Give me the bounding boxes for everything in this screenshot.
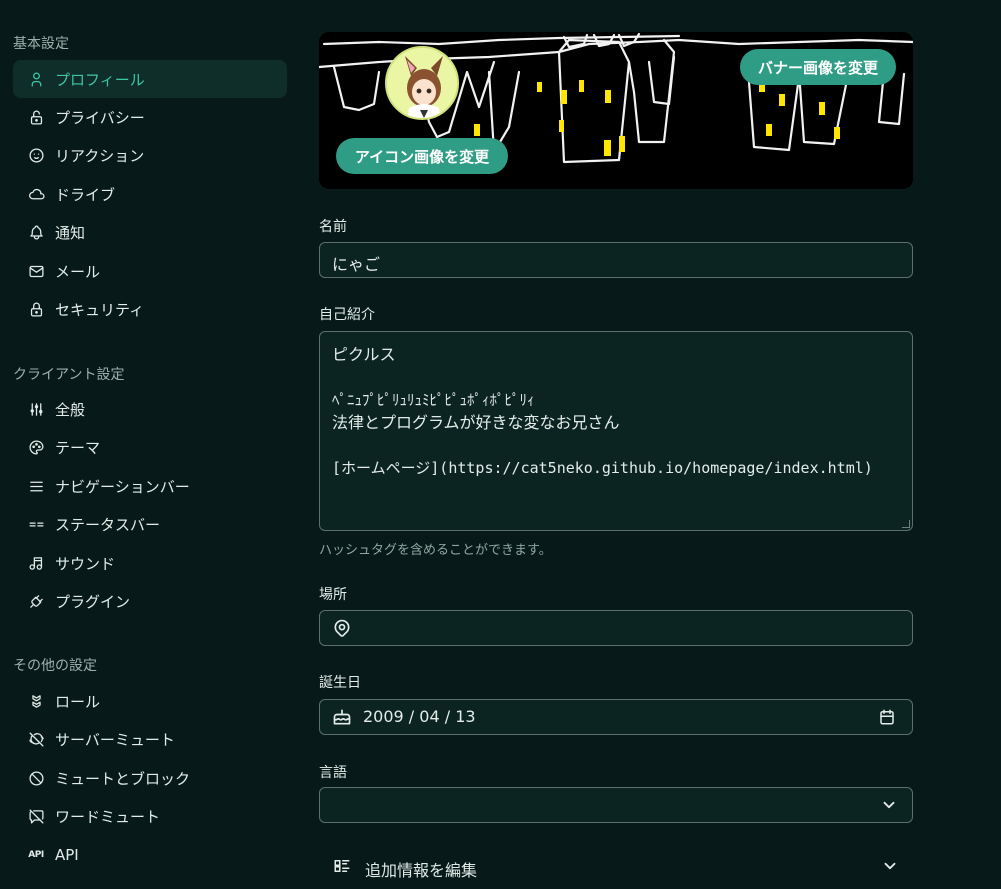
- sidebar-item-word-mute[interactable]: ワードミュート: [13, 797, 287, 835]
- language-select[interactable]: [319, 787, 913, 823]
- music-icon: [27, 554, 45, 572]
- sidebar-item-label: プライバシー: [55, 108, 145, 127]
- bell-icon: [27, 223, 45, 241]
- settings-sidebar: 基本設定 プロフィール プライバシー リアクション ドライブ 通知 メール セキ…: [0, 0, 300, 869]
- mood-smile-icon: [27, 146, 45, 164]
- planet-off-icon: [27, 730, 45, 748]
- sidebar-item-label: リアクション: [55, 146, 145, 165]
- bio-textarea[interactable]: ピクルス ﾍﾟﾆｭﾌﾟﾋﾟﾘｭﾘｭﾐﾋﾟﾋﾟｭﾎﾟｨﾎﾟﾋﾟﾘｨ 法律とプログラ…: [319, 331, 913, 531]
- sidebar-item-statusbar[interactable]: ステータスバー: [13, 505, 287, 543]
- sidebar-item-server-mute[interactable]: サーバーミュート: [13, 720, 287, 758]
- sidebar-item-general[interactable]: 全般: [13, 390, 287, 428]
- location-label: 場所: [319, 587, 347, 603]
- section-title-basic: 基本設定: [13, 36, 69, 52]
- message-off-icon: [27, 807, 45, 825]
- sidebar-item-api[interactable]: API API: [13, 836, 287, 874]
- sidebar-item-label: セキュリティ: [55, 300, 145, 319]
- sidebar-item-mute-block[interactable]: ミュートとブロック: [13, 759, 287, 797]
- language-label: 言語: [319, 765, 347, 781]
- sidebar-item-label: テーマ: [55, 438, 101, 457]
- sidebar-item-notifications[interactable]: 通知: [13, 213, 287, 251]
- bio-line: 法律とプログラムが好きな変なお兄さん: [332, 413, 620, 433]
- bio-line: [332, 435, 900, 458]
- sidebar-item-theme[interactable]: テーマ: [13, 428, 287, 466]
- ban-icon: [27, 769, 45, 787]
- sidebar-item-label: プラグイン: [55, 592, 131, 611]
- mail-icon: [27, 262, 45, 280]
- sidebar-item-label: プロフィール: [55, 70, 145, 89]
- change-icon-button[interactable]: アイコン画像を変更: [336, 138, 508, 174]
- section-title-client: クライアント設定: [13, 367, 125, 383]
- bio-line: [332, 367, 900, 390]
- bio-label: 自己紹介: [319, 307, 375, 323]
- sidebar-item-sound[interactable]: サウンド: [13, 544, 287, 582]
- sidebar-item-label: API: [55, 846, 79, 864]
- birthday-value: 2009 / 04 / 13: [363, 707, 476, 726]
- sidebar-item-label: ミュートとブロック: [55, 769, 191, 788]
- sidebar-item-label: ワードミュート: [55, 807, 161, 826]
- cake-icon: [332, 707, 352, 731]
- plug-icon: [27, 592, 45, 610]
- change-banner-button[interactable]: バナー画像を変更: [740, 49, 896, 85]
- extra-info-section[interactable]: 追加情報を編集: [319, 849, 913, 889]
- section-title-other: その他の設定: [13, 658, 97, 674]
- sidebar-item-mail[interactable]: メール: [13, 252, 287, 290]
- sidebar-item-navbar[interactable]: ナビゲーションバー: [13, 467, 287, 505]
- bio-line: [ホームページ](https://cat5neko.github.io/home…: [332, 459, 873, 478]
- list-details-icon: [333, 857, 351, 879]
- sidebar-item-roles[interactable]: ロール: [13, 682, 287, 720]
- extra-info-label: 追加情報を編集: [365, 861, 478, 880]
- map-pin-icon: [332, 618, 352, 642]
- profile-banner: バナー画像を変更 アイコン画像を変更: [319, 32, 913, 189]
- api-icon: API: [28, 850, 44, 860]
- user-icon: [27, 70, 45, 88]
- sidebar-item-reaction[interactable]: リアクション: [13, 136, 287, 174]
- name-value: にゃご: [332, 255, 381, 274]
- sidebar-item-label: 全般: [55, 400, 86, 419]
- bio-hint: ハッシュタグを含めることができます。: [319, 543, 552, 558]
- sidebar-item-label: サーバーミュート: [55, 730, 175, 749]
- sidebar-item-label: ドライブ: [55, 185, 116, 204]
- chevron-down-icon: [880, 796, 898, 818]
- adjustments-icon: [27, 400, 45, 418]
- bio-line: ﾍﾟﾆｭﾌﾟﾋﾟﾘｭﾘｭﾐﾋﾟﾋﾟｭﾎﾟｨﾎﾟﾋﾟﾘｨ: [332, 391, 535, 410]
- equal-icon: [27, 515, 45, 533]
- sidebar-item-label: ナビゲーションバー: [55, 477, 190, 496]
- sidebar-item-security[interactable]: セキュリティ: [13, 290, 287, 328]
- profile-avatar[interactable]: [385, 46, 459, 120]
- sidebar-item-profile[interactable]: プロフィール: [13, 60, 287, 98]
- sidebar-item-label: サウンド: [55, 554, 116, 573]
- chevron-down-icon: [881, 857, 899, 879]
- sidebar-item-label: メール: [55, 262, 101, 281]
- sidebar-item-label: 通知: [55, 223, 86, 242]
- sidebar-item-plugin[interactable]: プラグイン: [13, 582, 287, 620]
- bio-line: ピクルス: [332, 345, 396, 364]
- lock-open-icon: [27, 108, 45, 126]
- calendar-icon[interactable]: [878, 708, 896, 730]
- menu-icon: [27, 477, 45, 495]
- sidebar-item-label: ロール: [55, 692, 101, 711]
- palette-icon: [27, 438, 45, 456]
- birthday-field[interactable]: 2009 / 04 / 13: [319, 699, 913, 735]
- sidebar-item-label: ステータスバー: [55, 515, 161, 534]
- name-field[interactable]: にゃご: [319, 242, 913, 278]
- profile-settings-main: バナー画像を変更 アイコン画像を変更 名前 にゃご 自己紹介 ピクルス ﾍﾟﾆｭ…: [300, 0, 1001, 880]
- badges-icon: [27, 692, 45, 710]
- birthday-label: 誕生日: [319, 675, 361, 691]
- lock-icon: [27, 300, 45, 318]
- resize-handle[interactable]: [902, 520, 910, 528]
- name-label: 名前: [319, 219, 347, 235]
- sidebar-item-privacy[interactable]: プライバシー: [13, 98, 287, 136]
- cloud-icon: [27, 185, 45, 203]
- sidebar-item-drive[interactable]: ドライブ: [13, 175, 287, 213]
- location-field[interactable]: [319, 610, 913, 646]
